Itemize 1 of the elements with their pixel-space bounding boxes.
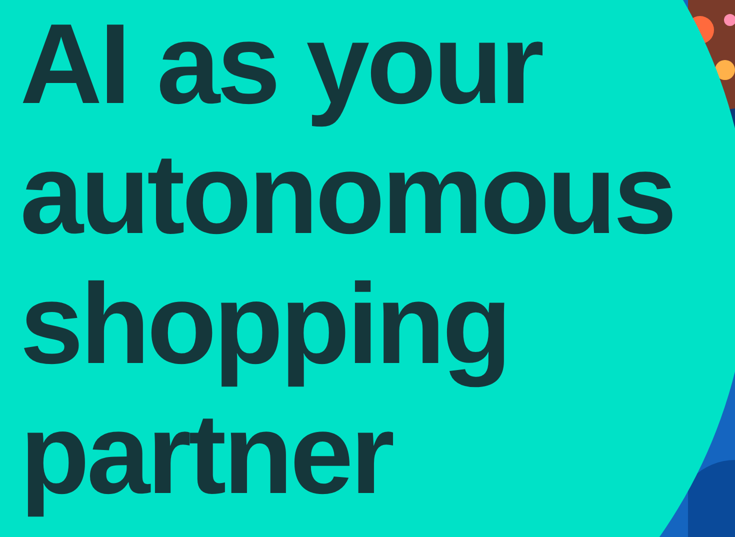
headline: AI as your autonomous shopping partner [20,0,674,520]
